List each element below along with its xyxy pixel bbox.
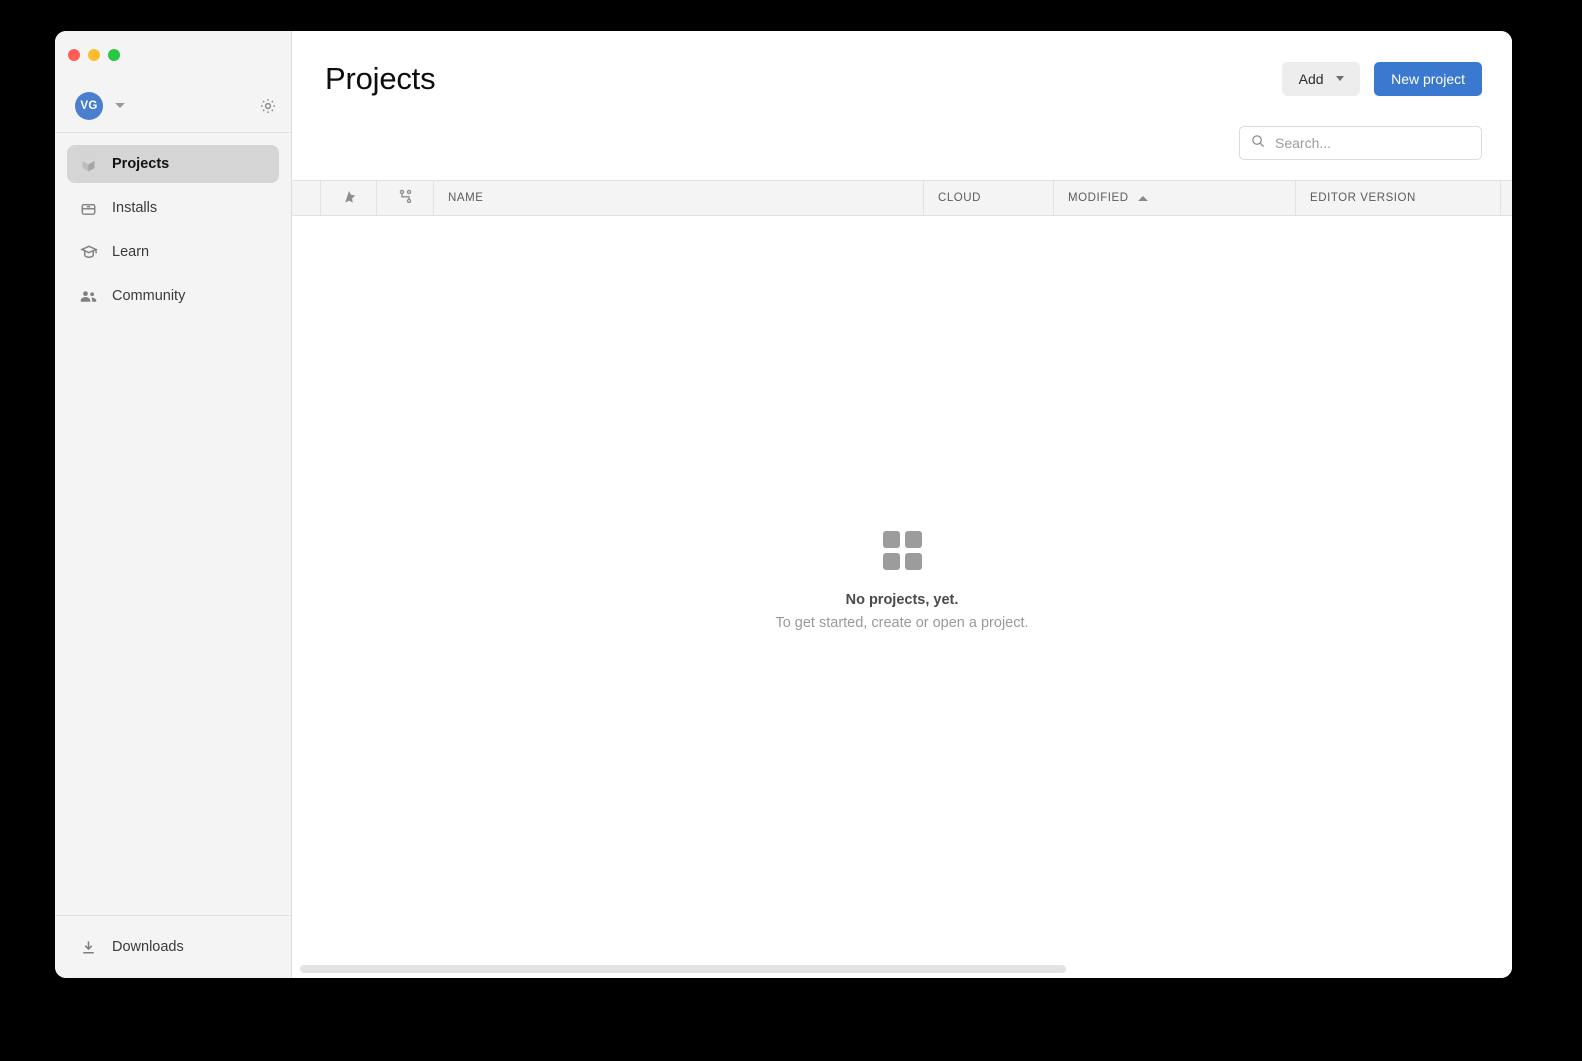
cube-icon: [79, 155, 98, 174]
main-header: Projects Add New project: [292, 31, 1512, 126]
avatar[interactable]: VG: [75, 91, 103, 120]
chevron-down-icon[interactable]: [115, 103, 125, 108]
sidebar-item-community[interactable]: Community: [67, 277, 279, 315]
column-header-name[interactable]: NAME: [434, 181, 924, 215]
app-window: VG Projects Installs Learn Community Dow…: [55, 31, 1512, 978]
search-row: [292, 126, 1512, 180]
download-box-icon: [79, 199, 98, 218]
empty-state-title: No projects, yet.: [845, 592, 959, 608]
sidebar-item-label: Downloads: [112, 939, 184, 955]
graduation-cap-icon: [79, 243, 98, 262]
version-control-icon: [397, 188, 414, 208]
main-content: Projects Add New project Search... NAME …: [292, 31, 1512, 978]
minimize-button[interactable]: [88, 49, 100, 61]
table-body: No projects, yet. To get started, create…: [292, 216, 1512, 962]
empty-state: No projects, yet. To get started, create…: [292, 531, 1512, 631]
sidebar-item-label: Learn: [112, 244, 150, 260]
column-header-label: NAME: [448, 192, 484, 204]
empty-state-subtitle: To get started, create or open a project…: [775, 615, 1029, 631]
sidebar-item-downloads[interactable]: Downloads: [67, 928, 279, 966]
people-icon: [79, 287, 98, 306]
column-header-version-control[interactable]: [377, 181, 434, 215]
grid-square: [904, 553, 922, 570]
maximize-button[interactable]: [108, 49, 120, 61]
horizontal-scrollbar[interactable]: [292, 962, 1512, 978]
grid-squares-icon: [882, 531, 922, 570]
chevron-down-icon: [1335, 76, 1344, 81]
add-button[interactable]: Add: [1282, 61, 1361, 96]
page-title: Projects: [325, 60, 436, 96]
sidebar-item-label: Community: [112, 288, 186, 304]
close-button[interactable]: [68, 49, 80, 61]
horizontal-scrollbar-thumb[interactable]: [300, 965, 1066, 973]
sidebar-item-installs[interactable]: Installs: [67, 189, 279, 227]
add-button-label: Add: [1298, 70, 1324, 87]
sidebar: VG Projects Installs Learn Community Dow…: [55, 31, 292, 978]
account-bar: VG: [55, 79, 291, 133]
sort-ascending-icon: [1137, 195, 1148, 201]
download-icon: [79, 938, 98, 957]
column-header-editor-version[interactable]: EDITOR VERSION: [1296, 181, 1501, 215]
column-header-cloud[interactable]: CLOUD: [924, 181, 1054, 215]
sidebar-item-label: Projects: [112, 156, 170, 172]
gear-icon[interactable]: [259, 97, 277, 115]
sidebar-item-label: Installs: [112, 200, 158, 216]
column-header-modified[interactable]: MODIFIED: [1054, 181, 1296, 215]
column-header-label: CLOUD: [938, 192, 982, 204]
grid-square: [882, 531, 900, 548]
column-header-label: MODIFIED: [1068, 192, 1129, 204]
star-icon: [341, 189, 357, 208]
search-icon: [1250, 133, 1266, 154]
grid-square: [882, 553, 900, 570]
search-input[interactable]: [1275, 135, 1471, 151]
column-header-favorite[interactable]: [321, 181, 377, 215]
column-header-extra: [1501, 181, 1512, 215]
sidebar-footer: Downloads: [55, 915, 291, 978]
sidebar-nav: Projects Installs Learn Community: [55, 133, 291, 321]
search-box[interactable]: [1239, 126, 1482, 160]
window-controls: [55, 31, 291, 79]
table-header: NAME CLOUD MODIFIED EDITOR VERSION: [292, 180, 1512, 216]
sidebar-item-learn[interactable]: Learn: [67, 233, 279, 271]
sidebar-item-projects[interactable]: Projects: [67, 145, 279, 183]
column-header-blank: [292, 181, 321, 215]
column-header-label: EDITOR VERSION: [1310, 192, 1416, 204]
grid-square: [904, 531, 922, 548]
new-project-button[interactable]: New project: [1374, 61, 1482, 96]
